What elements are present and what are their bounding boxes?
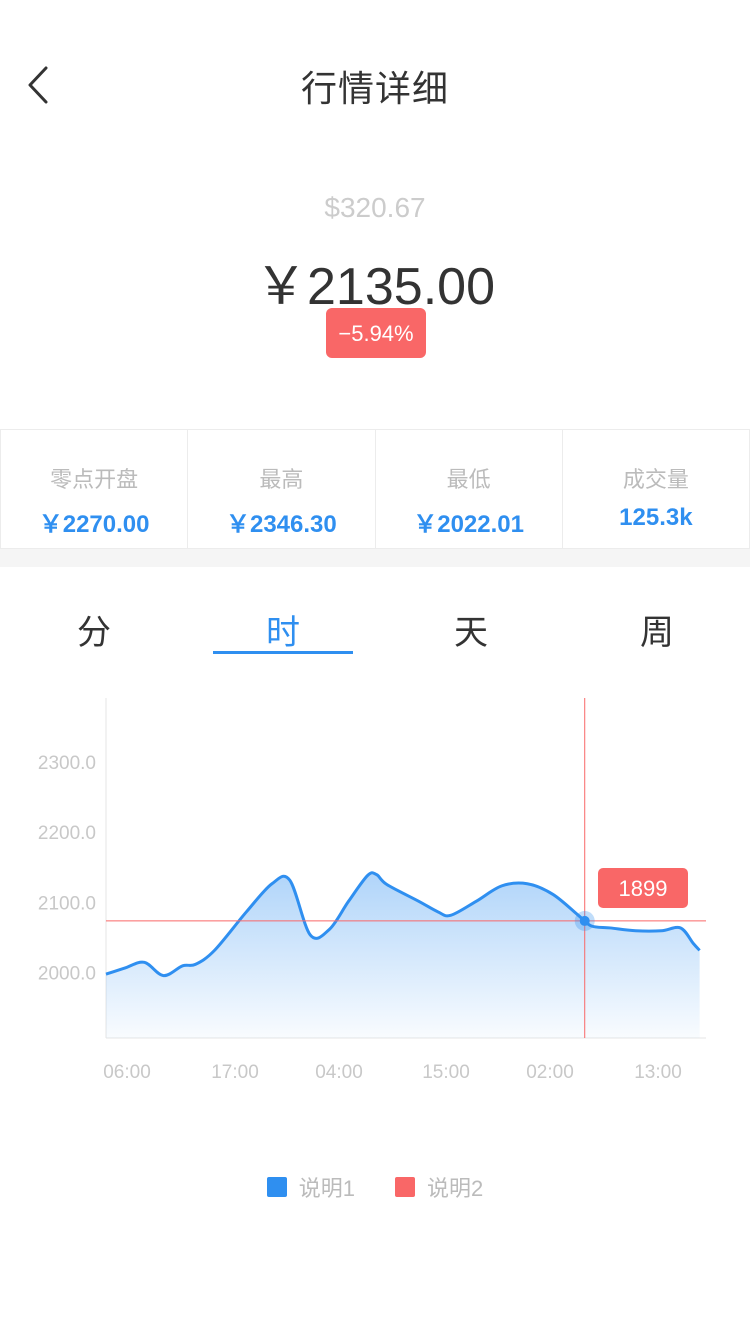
- y-tick-label: 2300.0: [38, 753, 96, 774]
- legend-swatch: [395, 1177, 415, 1197]
- x-tick-label: 17:00: [211, 1062, 259, 1083]
- stat-value: ￥2022.01: [413, 511, 524, 538]
- stat-label: 成交量: [622, 467, 689, 492]
- page-title: 行情详细: [300, 68, 449, 109]
- price-summary: $320.67 ￥2135.00 −5.94%: [0, 170, 750, 420]
- legend-label: 说明1: [298, 1176, 355, 1201]
- stat-value: ￥2270.00: [38, 511, 150, 538]
- stats-row: 零点开盘 ￥2270.00 最高 ￥2346.30 最低 ￥2022.01 成交…: [0, 429, 750, 549]
- legend-item-series-2[interactable]: 说明2: [395, 1171, 483, 1203]
- usd-price: $320.67: [324, 192, 426, 223]
- legend-item-series-1[interactable]: 说明1: [266, 1171, 355, 1203]
- x-tick-label: 04:00: [315, 1062, 363, 1083]
- x-tick-label: 02:00: [526, 1062, 574, 1083]
- stat-value: 125.3k: [619, 504, 693, 531]
- stat-label: 最低: [446, 467, 491, 492]
- chart-legend: 说明1 说明2: [0, 1172, 750, 1202]
- tab-hour[interactable]: 时: [213, 605, 353, 657]
- stat-open: 零点开盘 ￥2270.00: [0, 430, 187, 548]
- stat-label: 最高: [259, 467, 304, 492]
- tab-day[interactable]: 天: [401, 605, 541, 657]
- x-tick-label: 13:00: [634, 1062, 682, 1083]
- x-tick-label: 06:00: [103, 1062, 151, 1083]
- navigation-bar: 行情详细: [0, 0, 750, 170]
- stat-label: 零点开盘: [50, 467, 139, 492]
- y-tick-label: 2200.0: [38, 823, 96, 844]
- section-divider: [0, 549, 750, 567]
- price-chart[interactable]: 2000.0 2100.0 2200.0 2300.0 06:00 17:00 04:00 1…: [0, 680, 750, 1120]
- stat-low: 最低 ￥2022.01: [374, 430, 562, 548]
- active-tab-indicator: [213, 651, 353, 654]
- tab-minute[interactable]: 分: [24, 605, 164, 657]
- period-tabs: 分 时 天 周: [0, 567, 750, 667]
- tab-week[interactable]: 周: [587, 605, 727, 657]
- y-tick-label: 2000.0: [38, 963, 96, 984]
- stat-high: 最高 ￥2346.30: [187, 430, 374, 548]
- crosshair-value-label: 1899: [619, 876, 668, 901]
- y-tick-label: 2100.0: [38, 893, 96, 914]
- legend-swatch: [266, 1177, 287, 1197]
- stat-volume: 成交量 125.3k: [561, 430, 750, 548]
- x-tick-label: 15:00: [422, 1062, 470, 1083]
- legend-label: 说明2: [427, 1176, 484, 1201]
- crosshair-point: [579, 915, 590, 926]
- change-badge: −5.94%: [326, 308, 426, 358]
- stat-value: ￥2346.30: [225, 511, 337, 538]
